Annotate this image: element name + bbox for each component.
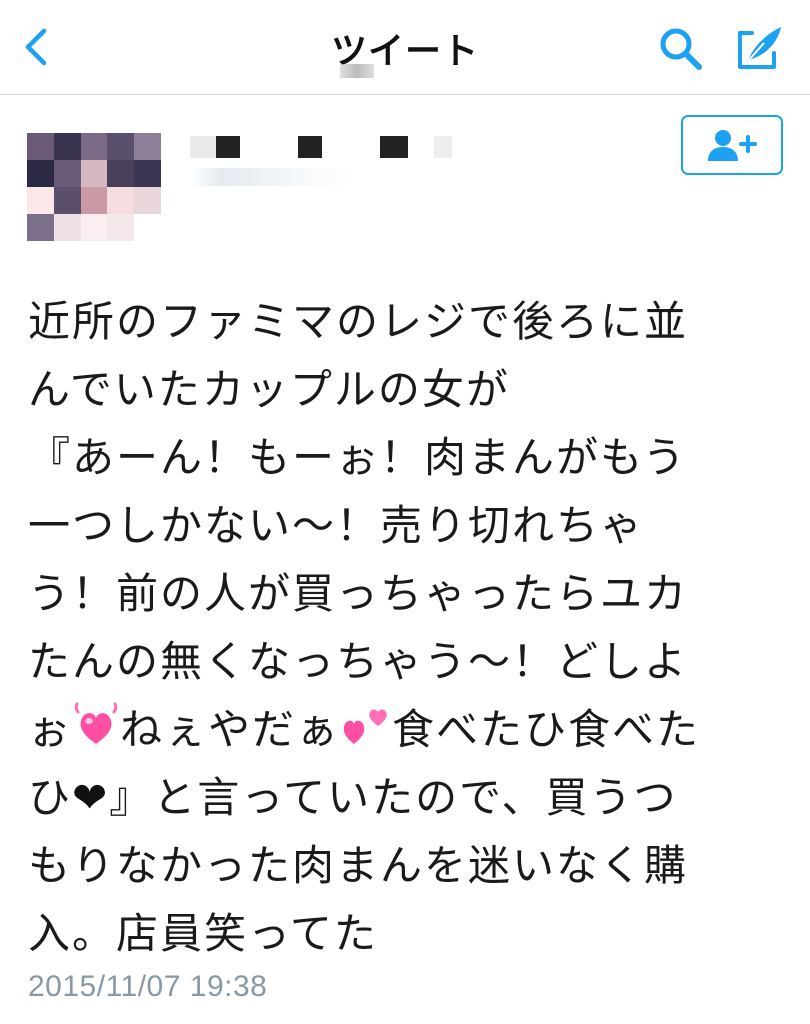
tweet-text-fragment: ねぇやだぁ bbox=[120, 705, 341, 754]
compose-tweet-icon bbox=[738, 27, 781, 69]
tweet-line: う！前の人が買っちゃったらユカ bbox=[28, 569, 689, 618]
display-name-redacted bbox=[190, 134, 452, 160]
add-user-icon bbox=[708, 130, 757, 161]
tweet-timestamp[interactable]: 2015/11/07 19:38 bbox=[28, 970, 267, 1004]
tweet-line: ひ❤』と言っていたので、買うつ bbox=[28, 764, 788, 832]
tweet-line: 一つしかない〜！売り切れちゃ bbox=[28, 501, 645, 550]
tweet-line: 近所のファミマのレジで後ろに並 bbox=[28, 297, 689, 346]
tweet-text: 近所のファミマのレジで後ろに並 んでいたカップルの女が 『あーん！もーぉ！肉まん… bbox=[28, 288, 788, 968]
tweet-line: もりなかった肉まんを迷いなく購 bbox=[28, 841, 689, 890]
follow-button[interactable] bbox=[681, 115, 783, 175]
avatar[interactable] bbox=[27, 133, 161, 241]
tweet-line: たんの無くなっちゃう〜！どしよ bbox=[28, 637, 689, 686]
compose-tweet-button[interactable] bbox=[732, 22, 788, 74]
redacted-mark bbox=[340, 64, 374, 78]
search-icon bbox=[660, 28, 702, 70]
beating-heart-emoji bbox=[72, 700, 120, 764]
tweet-line: んでいたカップルの女が bbox=[28, 365, 510, 414]
tweet-text-fragment: 食べたひ食べた bbox=[392, 705, 701, 754]
username-redacted bbox=[190, 168, 350, 186]
tweet-line: 『あーん！もーぉ！肉まんがもう bbox=[28, 433, 687, 482]
navigation-bar: ツイート bbox=[0, 0, 810, 95]
search-button[interactable] bbox=[656, 24, 706, 74]
tweet-text-fragment: ぉ bbox=[28, 705, 73, 754]
tweet-text-fragment: ひ bbox=[28, 773, 73, 822]
tweet-line: 入。店員笑ってた bbox=[28, 909, 378, 958]
black-heart-glyph: ❤ bbox=[72, 773, 110, 822]
tweet-line: ぉ ねぇやだぁ 食べたひ食べた bbox=[28, 696, 788, 764]
tweet-text-fragment: 』と言っていたので、買うつ bbox=[109, 773, 678, 822]
two-hearts-emoji bbox=[340, 700, 392, 764]
